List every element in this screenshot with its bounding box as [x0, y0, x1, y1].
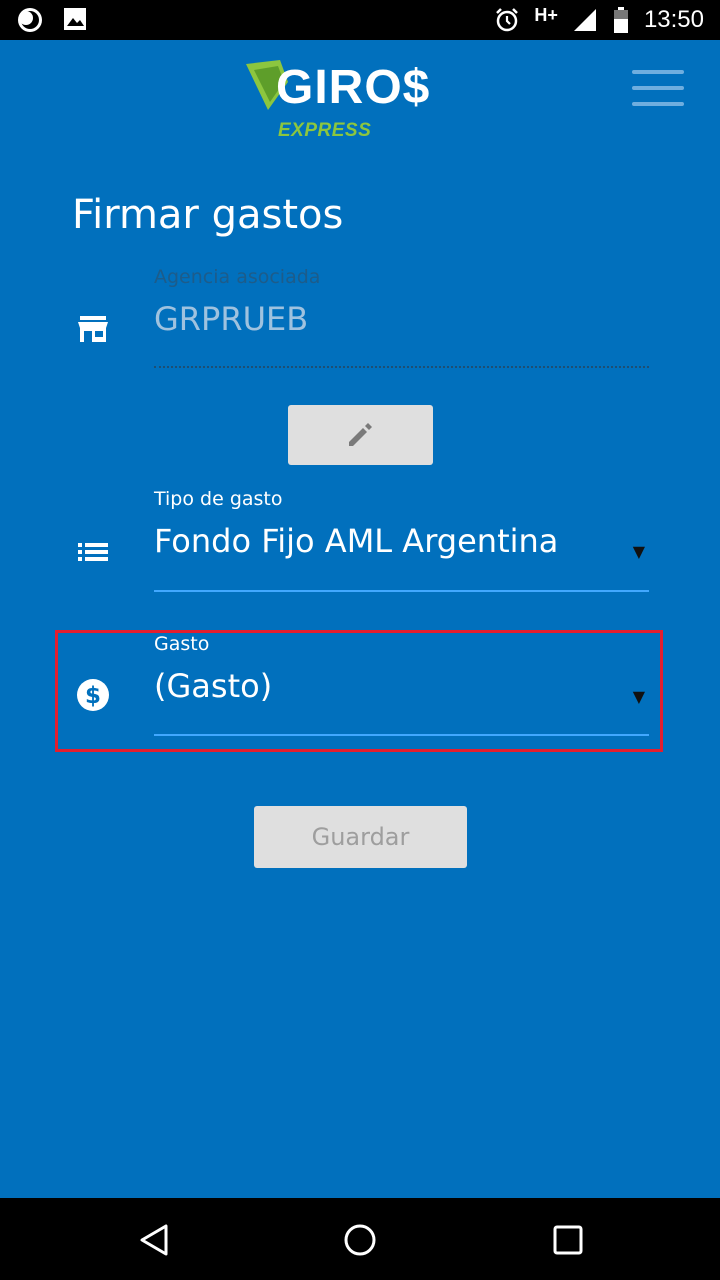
agency-field: Agencia asociada GRPRUEB	[154, 266, 649, 372]
list-icon	[78, 543, 108, 561]
store-icon	[78, 316, 108, 342]
moon-icon	[18, 8, 42, 32]
network-type: H+	[534, 4, 558, 25]
expense-type-underline	[154, 590, 649, 592]
agency-value: GRPRUEB	[154, 300, 309, 338]
back-icon[interactable]	[132, 1218, 176, 1262]
logo-text: GIRO$	[276, 61, 431, 114]
agency-underline	[154, 366, 649, 368]
chevron-down-icon: ▼	[632, 542, 645, 561]
edit-agency-button[interactable]	[288, 405, 433, 465]
page-title: Firmar gastos	[72, 192, 344, 238]
agency-label: Agencia asociada	[154, 266, 321, 288]
save-button[interactable]: Guardar	[254, 806, 467, 868]
alarm-icon	[496, 8, 519, 32]
signal-icon	[573, 9, 596, 31]
highlight-box	[55, 630, 663, 752]
navigation-bar	[0, 1198, 720, 1280]
image-icon	[64, 8, 86, 30]
battery-icon	[613, 7, 628, 33]
status-time: 13:50	[643, 6, 704, 33]
app-logo: GIRO$ EXPRESS	[244, 58, 454, 148]
expense-type-select[interactable]: Tipo de gasto Fondo Fijo AML Argentina ▼	[154, 488, 649, 594]
pencil-icon	[349, 423, 372, 446]
status-bar: H+ 13:50	[0, 0, 720, 40]
expense-type-label: Tipo de gasto	[154, 488, 283, 510]
logo-subtitle: EXPRESS	[278, 120, 372, 141]
recents-icon[interactable]	[546, 1218, 590, 1262]
home-icon[interactable]	[338, 1218, 382, 1262]
hamburger-menu-icon[interactable]	[632, 70, 684, 110]
expense-type-value: Fondo Fijo AML Argentina	[154, 522, 559, 560]
